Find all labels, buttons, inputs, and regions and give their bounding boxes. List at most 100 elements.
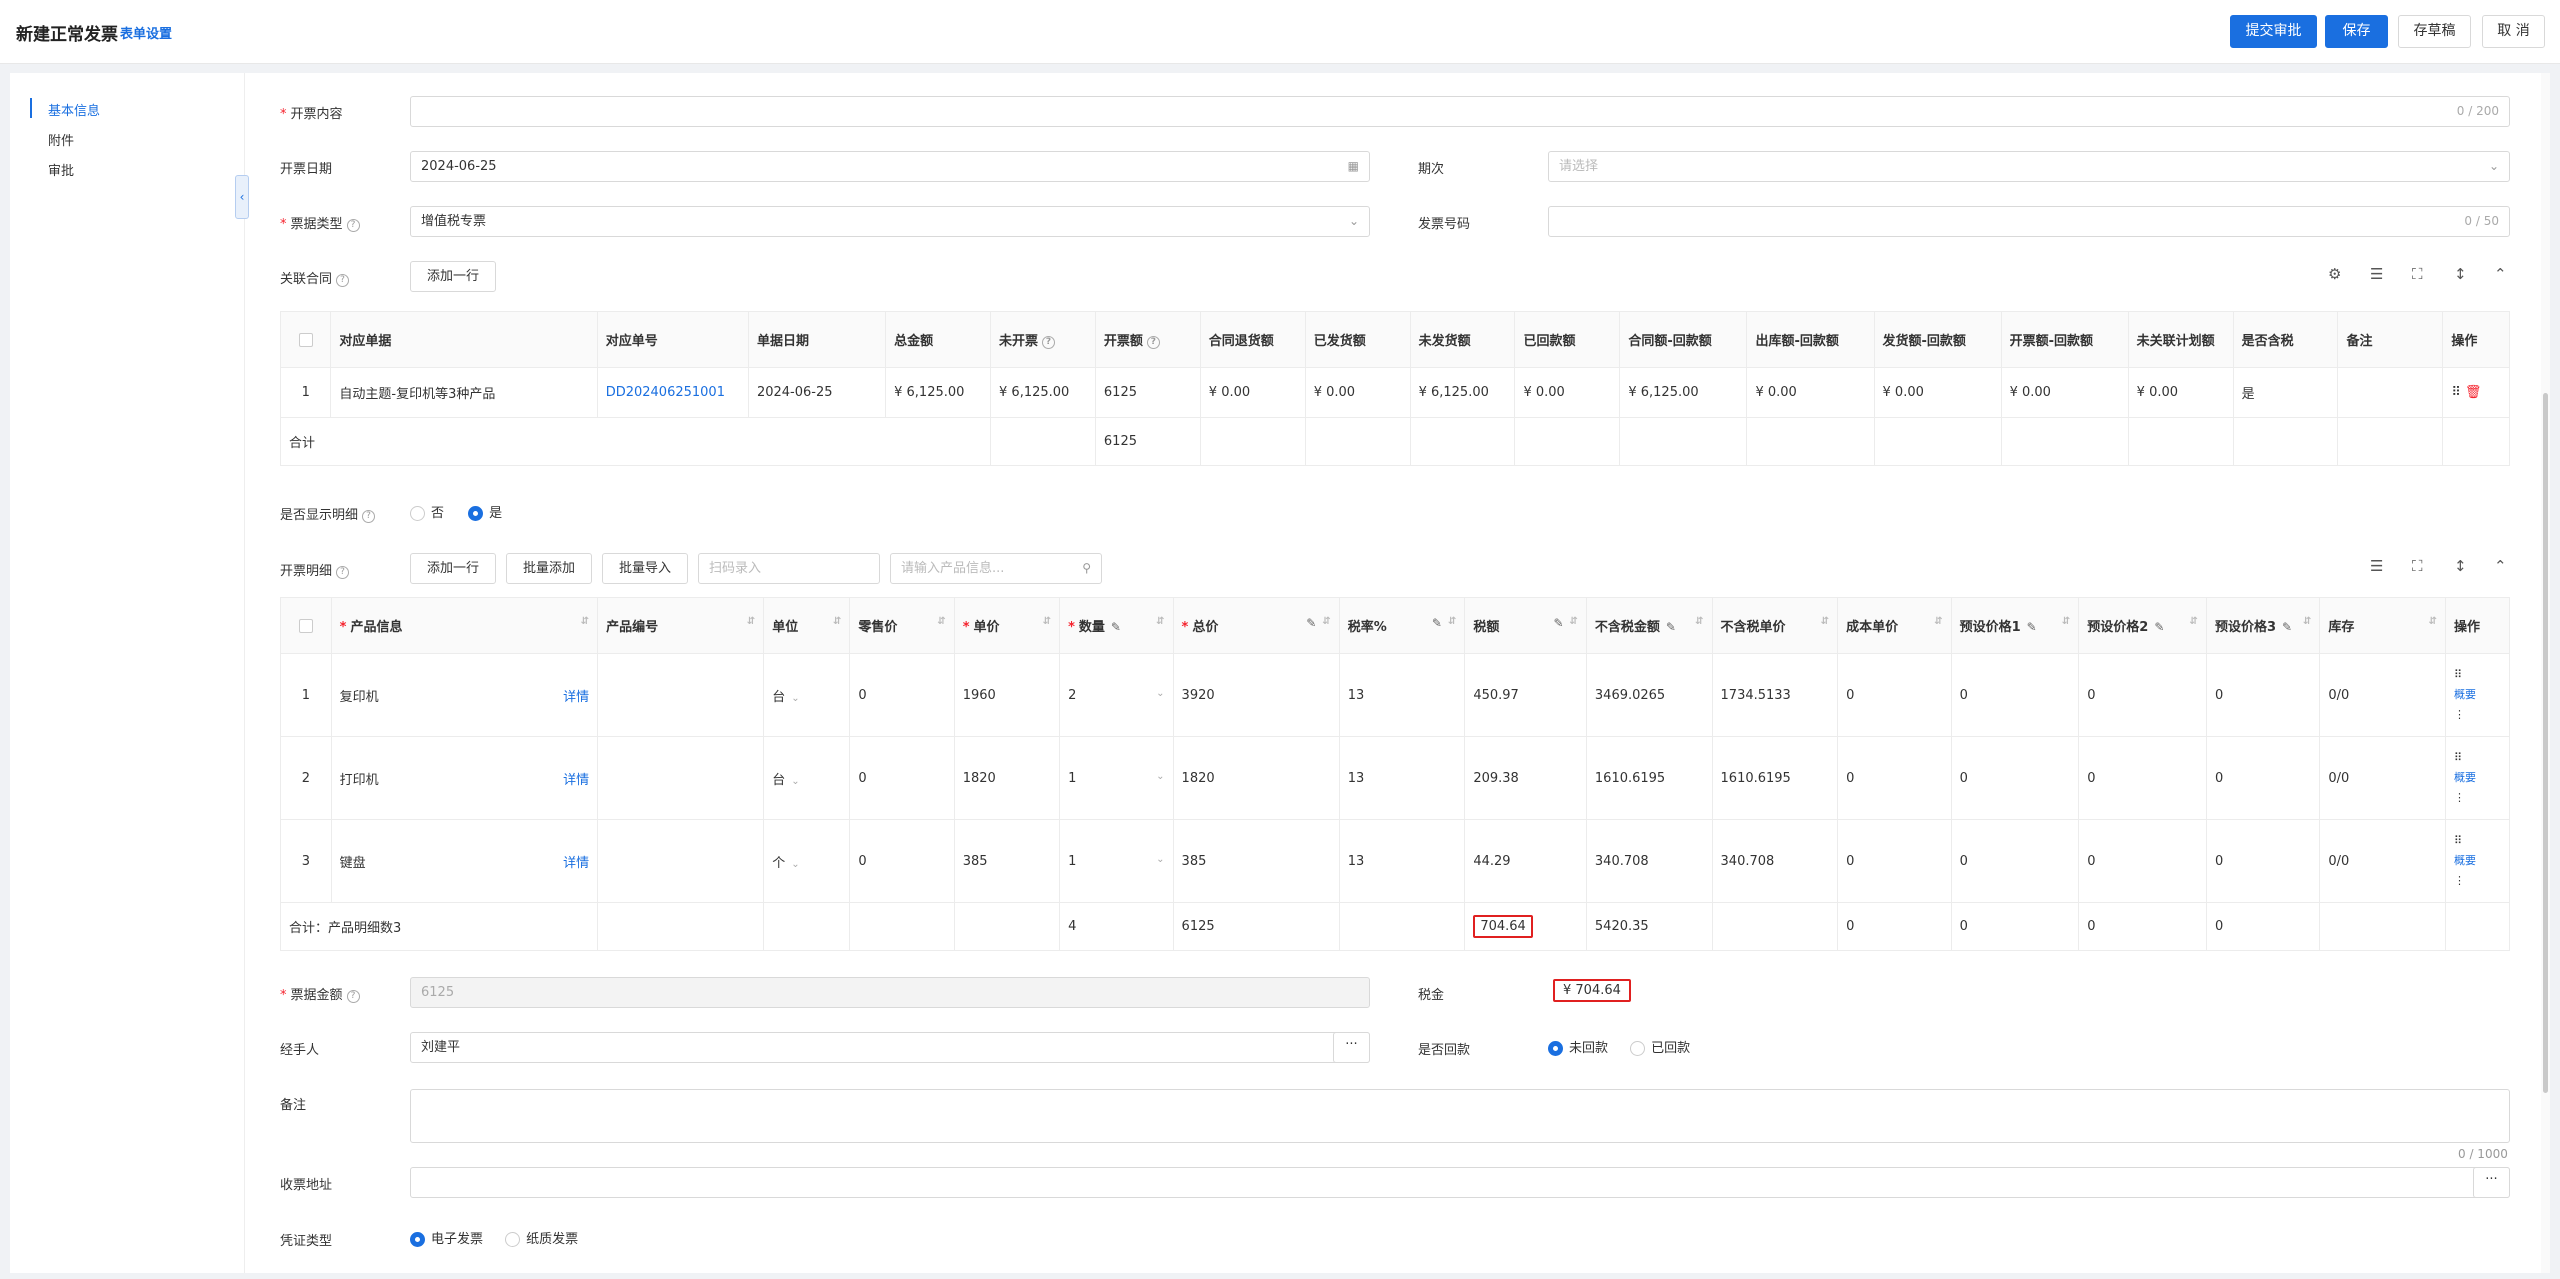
col-header[interactable]: 预设价格2 ✎ ⇵: [2078, 597, 2207, 654]
cell-product[interactable]: 打印机 详情: [330, 736, 599, 820]
search-icon[interactable]: ⚲: [1082, 554, 1091, 583]
cell-product[interactable]: 键盘 详情: [330, 819, 599, 903]
chevron-up-icon[interactable]: ⌃: [2494, 557, 2507, 575]
nav-item-attachments[interactable]: 附件: [48, 130, 74, 149]
radio-paper[interactable]: 纸质发票: [505, 1232, 578, 1247]
settings-icon[interactable]: ⚙: [2328, 265, 2341, 283]
more-icon[interactable]: ⋮: [2454, 871, 2501, 891]
cell-preset-1[interactable]: 0: [1950, 653, 2080, 737]
cell-price[interactable]: 385: [953, 819, 1061, 903]
col-header[interactable]: * 产品信息 ⇵: [330, 597, 599, 654]
more-options-icon[interactable]: ···: [1333, 1032, 1370, 1063]
cell-preset-1[interactable]: 0: [1950, 819, 2080, 903]
contract-add-row-button[interactable]: 添加一行: [410, 261, 496, 292]
radio-not-repaid[interactable]: 未回款: [1548, 1041, 1608, 1056]
detail-link[interactable]: 详情: [563, 769, 589, 788]
scan-input[interactable]: 扫码录入: [698, 553, 880, 584]
cell-unit[interactable]: 台 ⌄: [763, 653, 851, 737]
detail-link[interactable]: 详情: [563, 852, 589, 871]
detail-add-row-button[interactable]: 添加一行: [410, 553, 496, 584]
cell-qty[interactable]: 1 ⌄: [1059, 819, 1174, 903]
drag-handle-icon[interactable]: ⠿: [2454, 665, 2501, 685]
chevron-up-icon[interactable]: ⌃: [2494, 265, 2507, 283]
summary-link[interactable]: 概要: [2454, 851, 2501, 871]
summary-link[interactable]: 概要: [2454, 685, 2501, 705]
drag-handle-icon[interactable]: ⠿: [2451, 385, 2461, 400]
cell-cost[interactable]: 0: [1837, 736, 1952, 820]
cell-qty[interactable]: 1 ⌄: [1059, 736, 1174, 820]
col-header[interactable]: 产品编号 ⇵: [597, 597, 765, 654]
more-options-icon[interactable]: ···: [2473, 1167, 2510, 1198]
save-button[interactable]: 保存: [2325, 15, 2388, 48]
cell-total[interactable]: 1820: [1172, 736, 1340, 820]
cell-tax-rate[interactable]: 13: [1338, 736, 1466, 820]
col-header[interactable]: 单位 ⇵: [763, 597, 851, 654]
cell-net[interactable]: 1610.6195: [1585, 736, 1713, 820]
radio-repaid[interactable]: 已回款: [1630, 1041, 1690, 1056]
col-header[interactable]: 预设价格1 ✎ ⇵: [1950, 597, 2080, 654]
cell-unit[interactable]: 个 ⌄: [763, 819, 851, 903]
more-icon[interactable]: ⋮: [2454, 705, 2501, 725]
cell-product[interactable]: 复印机 详情: [330, 653, 599, 737]
nav-item-approval[interactable]: 审批: [48, 160, 74, 179]
drag-handle-icon[interactable]: ⠿: [2454, 748, 2501, 768]
cell-net[interactable]: 340.708: [1585, 819, 1713, 903]
cell-product-code[interactable]: [597, 819, 765, 903]
col-header[interactable]: 预设价格3 ✎ ⇵: [2205, 597, 2321, 654]
cell-preset-3[interactable]: 0: [2205, 819, 2321, 903]
drag-handle-icon[interactable]: ⠿: [2454, 831, 2501, 851]
column-settings-icon[interactable]: ☰: [2370, 265, 2383, 283]
cell-tax[interactable]: 44.29: [1464, 819, 1587, 903]
cell-invoiced[interactable]: 6125: [1094, 367, 1201, 418]
cell-total[interactable]: 3920: [1172, 653, 1340, 737]
cell-cost[interactable]: 0: [1837, 819, 1952, 903]
collapse-sidebar-icon[interactable]: ‹: [235, 175, 249, 219]
summary-link[interactable]: 概要: [2454, 768, 2501, 788]
col-header[interactable]: 库存 ⇵: [2319, 597, 2447, 654]
col-header[interactable]: 零售价 ⇵: [849, 597, 955, 654]
batch-import-button[interactable]: 批量导入: [602, 553, 688, 584]
handler-input[interactable]: 刘建平: [410, 1032, 1370, 1063]
fullscreen-icon[interactable]: ⛶: [2412, 265, 2423, 283]
col-header[interactable]: 不含税金额 ✎ ⇵: [1585, 597, 1713, 654]
delete-icon[interactable]: 🗑: [2465, 385, 2482, 400]
date-input[interactable]: 2024-06-25 ▦: [410, 151, 1370, 182]
period-select[interactable]: 请选择 ⌄: [1548, 151, 2510, 182]
scrollbar-thumb[interactable]: [2543, 393, 2548, 1093]
cell-net-price[interactable]: 340.708: [1711, 819, 1839, 903]
column-settings-icon[interactable]: ☰: [2370, 557, 2383, 575]
cell-price[interactable]: 1820: [953, 736, 1061, 820]
cell-preset-2[interactable]: 0: [2078, 819, 2207, 903]
detail-link[interactable]: 详情: [563, 686, 589, 705]
submit-approval-button[interactable]: 提交审批: [2230, 15, 2317, 48]
cell-preset-3[interactable]: 0: [2205, 736, 2321, 820]
select-all-checkbox[interactable]: [298, 332, 313, 347]
col-header[interactable]: 税额 ⇵ ✎: [1464, 597, 1587, 654]
cancel-button[interactable]: 取 消: [2482, 15, 2545, 48]
col-header[interactable]: * 总价 ⇵ ✎: [1172, 597, 1340, 654]
remark-textarea[interactable]: [410, 1089, 2510, 1143]
cell-product-code[interactable]: [597, 736, 765, 820]
doc-no-link[interactable]: DD202406251001: [596, 367, 749, 418]
cell-tax-rate[interactable]: 13: [1338, 653, 1466, 737]
fullscreen-icon[interactable]: ⛶: [2412, 557, 2423, 575]
cell-price[interactable]: 1960: [953, 653, 1061, 737]
address-input[interactable]: [410, 1167, 2510, 1198]
col-header[interactable]: 税率% ⇵ ✎: [1338, 597, 1466, 654]
form-settings-link[interactable]: 表单设置: [120, 23, 172, 42]
nav-item-basic-info[interactable]: 基本信息: [48, 100, 100, 119]
cell-net[interactable]: 3469.0265: [1585, 653, 1713, 737]
cell-remark[interactable]: [2337, 367, 2444, 418]
cell-retail[interactable]: 0: [849, 736, 955, 820]
content-input[interactable]: 0 / 200: [410, 96, 2510, 127]
invoice-no-input[interactable]: 0 / 50: [1548, 206, 2510, 237]
invoice-type-select[interactable]: 增值税专票 ⌄: [410, 206, 1370, 237]
cell-tax[interactable]: 209.38: [1464, 736, 1587, 820]
cell-preset-1[interactable]: 0: [1950, 736, 2080, 820]
cell-unit[interactable]: 台 ⌄: [763, 736, 851, 820]
cell-retail[interactable]: 0: [849, 653, 955, 737]
select-all-checkbox[interactable]: [298, 618, 313, 633]
cell-net-price[interactable]: 1734.5133: [1711, 653, 1839, 737]
product-search-input[interactable]: 请输入产品信息... ⚲: [890, 553, 1102, 584]
col-header[interactable]: * 单价 ⇵: [953, 597, 1061, 654]
